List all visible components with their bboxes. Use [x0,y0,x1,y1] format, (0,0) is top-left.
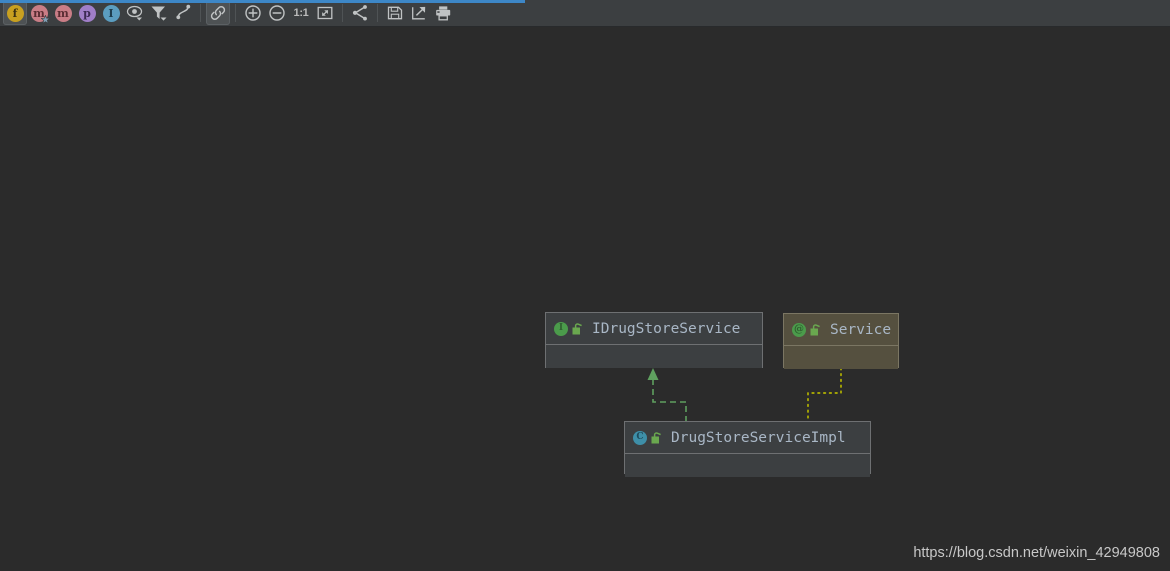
toolbar-separator [235,4,236,22]
export-button[interactable] [407,1,431,25]
zoom-in-icon [245,5,261,21]
public-visibility-icon [651,431,661,443]
circle-letter-i-icon: I [102,4,120,22]
uml-node-header: I IDrugStoreService [546,313,762,344]
public-visibility-icon [572,322,582,334]
show-fields-button[interactable]: f [3,1,27,25]
uml-node-title: IDrugStoreService [592,320,741,337]
toolbar-separator [200,4,201,22]
annotation-icon: @ [792,322,806,337]
zoom-out-icon [269,5,285,21]
uml-node-drugstoreserviceimpl[interactable]: C DrugStoreServiceImpl [624,421,871,477]
fit-content-button[interactable] [313,1,337,25]
graph-layout-icon [352,5,367,21]
show-constructors-button[interactable]: m [27,1,51,25]
loading-progress-bar [0,0,525,3]
uml-node-header: C DrugStoreServiceImpl [625,422,870,453]
annotation-edge[interactable] [807,367,842,422]
uml-node-header: @ Service [784,314,898,345]
edge-style-button[interactable] [171,1,195,25]
uml-node-members [784,345,898,369]
show-inner-classes-button[interactable]: I [99,1,123,25]
actual-size-button[interactable]: 1:1 [289,1,313,25]
circle-letter-p-icon: p [78,4,96,22]
export-arrow-icon [412,6,426,20]
save-diagram-button[interactable] [383,1,407,25]
class-icon: C [633,430,647,445]
visibility-filter-button[interactable] [123,1,147,25]
show-methods-button[interactable]: m [51,1,75,25]
curved-edge-icon [176,4,191,20]
printer-icon [436,6,451,21]
circle-letter-f-icon: f [6,4,24,22]
star-badge-icon [41,15,50,24]
one-to-one-label: 1:1 [293,7,309,19]
uml-node-title: Service [830,321,892,338]
diagram-edges-layer [647,367,842,422]
zoom-out-button[interactable] [265,1,289,25]
link-icon [210,6,226,20]
circle-letter-m-icon: m [54,4,72,22]
realization-edge[interactable] [647,368,687,421]
diagram-canvas[interactable]: I IDrugStoreService @ Service C DrugStor… [0,27,1170,571]
uml-node-members [625,453,870,477]
interface-icon: I [554,321,568,336]
show-properties-button[interactable]: p [75,1,99,25]
uml-node-idrugstoreservice[interactable]: I IDrugStoreService [545,312,763,368]
show-dependencies-button[interactable] [206,1,230,25]
print-button[interactable] [431,1,455,25]
layout-button[interactable] [348,1,372,25]
zoom-in-button[interactable] [241,1,265,25]
toolbar-separator [342,4,343,22]
funnel-icon [151,6,167,21]
uml-node-title: DrugStoreServiceImpl [671,429,846,446]
floppy-save-icon [387,6,403,20]
toolbar-separator [377,4,378,22]
public-visibility-icon [810,323,820,335]
watermark-text: https://blog.csdn.net/weixin_42949808 [913,545,1160,561]
uml-node-service[interactable]: @ Service [783,313,899,369]
eye-icon [126,5,143,21]
diagram-toolbar: f m m p I 1:1 [0,0,1170,27]
scope-filter-button[interactable] [147,1,171,25]
uml-node-members [546,344,762,368]
fit-screen-icon [317,6,333,20]
